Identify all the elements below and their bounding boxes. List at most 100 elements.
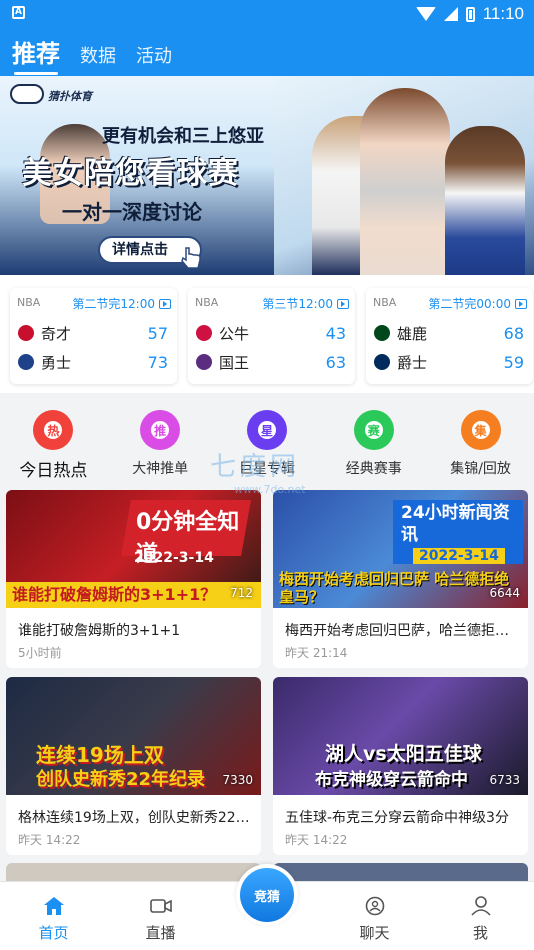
team-name: 爵士	[397, 353, 428, 372]
wifi-icon	[415, 7, 436, 21]
nav-live[interactable]: 直播	[107, 882, 214, 950]
team-name: 勇士	[41, 353, 72, 372]
battery-icon	[465, 6, 475, 22]
news-time: 昨天 21:14	[285, 646, 348, 660]
thumb-headline: 连续19场上双	[36, 743, 164, 767]
period-text: 第二节完00:00	[428, 297, 511, 311]
view-count: 6733	[489, 773, 520, 787]
news-title: 格林连续19场上双，创队史新秀22年纪录	[18, 810, 253, 826]
news-card[interactable]: 0分钟全知道 2022-3-14 谁能打破詹姆斯的3+1+1？ 712 谁能打破…	[6, 490, 261, 668]
category-star[interactable]: 星 巨星专辑	[214, 402, 321, 484]
thumb-caption: 梅西开始考虑回归巴萨 哈兰德拒绝皇马？	[279, 570, 510, 606]
category-label: 大神推单	[132, 461, 189, 477]
news-thumbnail: 湖人vs太阳五佳球 布克神级穿云箭命中 6733	[273, 677, 528, 795]
category-label: 经典赛事	[345, 461, 402, 477]
score-card[interactable]: NBA 第二节完12:00 奇才 57 勇士 73	[10, 288, 177, 384]
game-period: 第二节完12:00	[72, 295, 171, 312]
thumb-caption: 谁能打破詹姆斯的3+1+1？	[6, 582, 261, 608]
nav-home[interactable]: 首页	[0, 882, 107, 950]
nav-label: 首页	[38, 924, 69, 942]
team-logo-icon	[196, 325, 212, 341]
cell-signal-icon	[443, 7, 458, 21]
thumb-headline: 湖人vs太阳五佳球	[325, 743, 482, 765]
news-thumbnail: 连续19场上双 创队史新秀22年纪录 7330	[6, 677, 261, 795]
team-row: 公牛 43	[196, 321, 346, 345]
status-time: 11:10	[482, 4, 524, 23]
app-notification-icon: A	[12, 6, 25, 19]
hot-icon-glyph: 热	[44, 421, 63, 439]
nav-chat[interactable]: 聊天	[321, 882, 428, 950]
nav-label: 直播	[145, 924, 176, 942]
team-score: 73	[147, 352, 168, 372]
tab-data[interactable]: 数据	[80, 42, 116, 68]
tab-recommend[interactable]: 推荐	[12, 34, 60, 75]
nav-label: 聊天	[359, 924, 390, 942]
recommend-icon: 推	[140, 410, 181, 450]
league-label: NBA	[17, 296, 41, 309]
match-icon: 赛	[353, 410, 394, 450]
news-card[interactable]: 湖人vs太阳五佳球 布克神级穿云箭命中 6733 五佳球-布克三分穿云箭命中神级…	[273, 677, 528, 855]
team-row: 勇士 73	[18, 350, 168, 374]
news-title: 五佳球-布克三分穿云箭命中神级3分	[285, 810, 509, 826]
live-icon	[149, 899, 172, 913]
promo-banner[interactable]: 猜扑体育 更有机会和三上悠亚 美女陪您看球赛 一对一深度讨论 详情点击	[0, 76, 534, 275]
team-name: 国王	[219, 353, 250, 372]
banner-line3: 一对一深度讨论	[62, 200, 202, 224]
category-label: 今日热点	[19, 461, 88, 481]
nav-label: 我	[472, 924, 488, 942]
team-logo-icon	[196, 354, 212, 370]
news-card[interactable]: 连续19场上双 创队史新秀22年纪录 7330 格林连续19场上双，创队史新秀2…	[6, 677, 261, 855]
nav-profile[interactable]: 我	[427, 882, 534, 950]
tv-icon	[159, 298, 171, 309]
category-label: 集锦/回放	[450, 461, 511, 477]
news-time: 5小时前	[18, 646, 62, 660]
thumb-caption: 创队史新秀22年纪录	[36, 769, 206, 790]
banner-brand: 猜扑体育	[48, 90, 92, 103]
team-score: 57	[147, 323, 168, 343]
score-card[interactable]: NBA 第三节12:00 公牛 43 国王 63	[188, 288, 355, 384]
team-row: 奇才 57	[18, 321, 168, 345]
category-hot[interactable]: 热 今日热点	[0, 402, 107, 484]
thumb-date: 2022-3-14	[134, 550, 214, 566]
thumb-caption: 布克神级穿云箭命中	[315, 770, 468, 790]
period-text: 第三节12:00	[262, 297, 333, 311]
team-row: 爵士 59	[374, 350, 524, 374]
highlights-icon-glyph: 集	[471, 421, 490, 439]
top-header: A 11:10 推荐 数据 活动	[0, 0, 534, 76]
period-text: 第二节完12:00	[72, 297, 155, 311]
team-score: 59	[503, 352, 524, 372]
thumb-headline: 24小时新闻资讯	[401, 503, 510, 545]
news-time: 昨天 14:22	[18, 833, 81, 847]
news-card[interactable]: 24小时新闻资讯 2022-3-14 梅西开始考虑回归巴萨 哈兰德拒绝皇马？ 6…	[273, 490, 528, 668]
category-recommend[interactable]: 推 大神推单	[107, 402, 214, 484]
banner-model-image-2	[360, 88, 450, 275]
team-logo-icon	[18, 354, 34, 370]
recommend-icon-glyph: 推	[151, 421, 170, 439]
team-logo-icon	[374, 354, 390, 370]
team-name: 雄鹿	[397, 324, 428, 343]
top-tabs: 推荐 数据 活动	[12, 34, 172, 75]
view-count: 7330	[222, 773, 253, 787]
news-time: 昨天 14:22	[285, 833, 348, 847]
category-classic[interactable]: 赛 经典赛事	[320, 402, 427, 484]
category-highlights[interactable]: 集 集锦/回放	[427, 402, 534, 484]
quiz-button[interactable]: 竞猜	[236, 864, 298, 926]
star-icon: 星	[246, 410, 287, 450]
profile-icon	[470, 896, 491, 916]
banner-player-image-2	[445, 126, 525, 275]
thumb-date: 2022-3-14	[413, 548, 505, 564]
tab-activity[interactable]: 活动	[136, 42, 172, 68]
team-logo-icon	[18, 325, 34, 341]
team-score: 43	[325, 323, 346, 343]
team-logo-icon	[374, 325, 390, 341]
pointer-hand-icon	[181, 247, 201, 269]
score-card[interactable]: NBA 第二节完00:00 雄鹿 68 爵士 59	[366, 288, 533, 384]
game-period: 第三节12:00	[262, 295, 349, 312]
home-icon	[43, 897, 64, 915]
status-bar: A 11:10	[0, 0, 534, 28]
category-row: 热 今日热点 推 大神推单 星 巨星专辑 赛 经典赛事 集 集锦/回放	[0, 402, 534, 484]
brand-logo-icon	[10, 84, 44, 104]
team-name: 公牛	[219, 324, 250, 343]
chat-icon	[365, 896, 384, 916]
category-label: 巨星专辑	[238, 461, 295, 477]
